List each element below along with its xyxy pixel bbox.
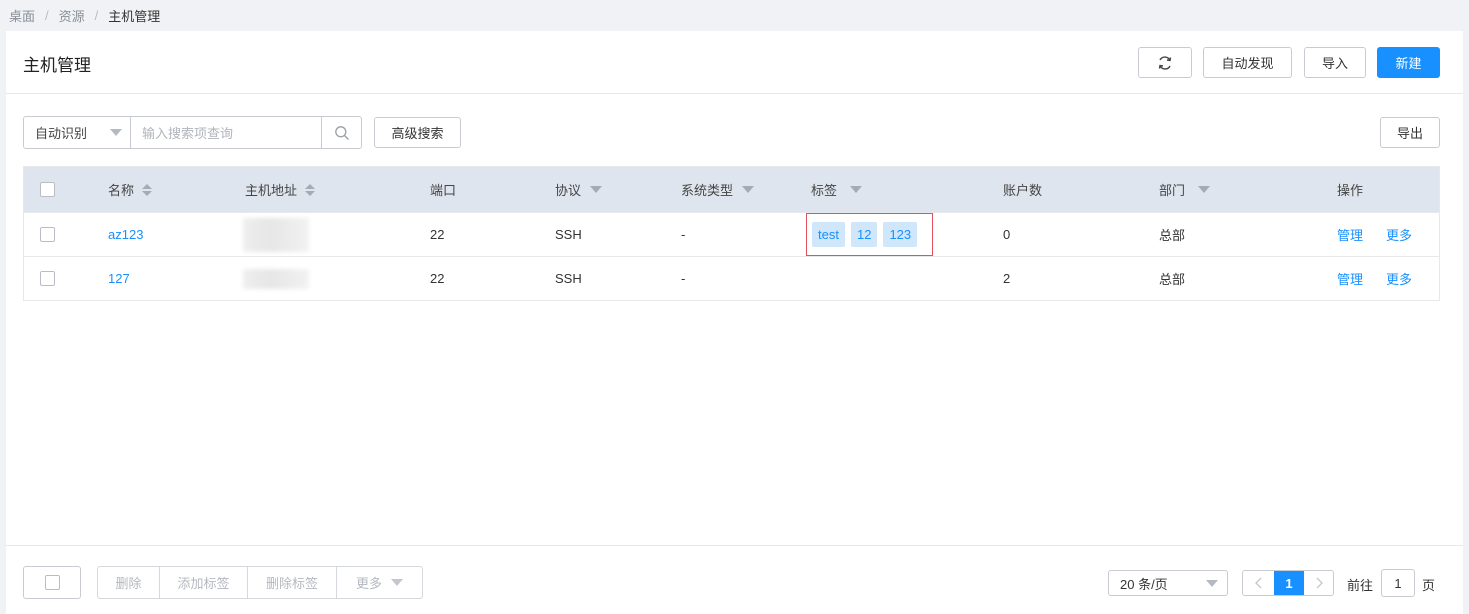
- header-department-label: 部门: [1159, 183, 1186, 198]
- host-port: 22: [430, 227, 445, 242]
- sort-icon: [142, 183, 153, 196]
- bulk-delete-button[interactable]: 删除: [98, 567, 160, 598]
- import-button[interactable]: 导入: [1304, 47, 1366, 78]
- tags-highlight-box: test 12 123: [806, 213, 933, 256]
- header-protocol[interactable]: 协议: [555, 167, 603, 212]
- host-department: 总部: [1159, 272, 1186, 287]
- header-department[interactable]: 部门: [1159, 167, 1211, 212]
- pagination: 1: [1242, 570, 1334, 596]
- header-protocol-label: 协议: [555, 183, 582, 198]
- sort-icon: [305, 183, 316, 196]
- search-scope-value: 自动识别: [35, 126, 88, 141]
- chevron-right-icon: [1316, 577, 1323, 589]
- chevron-down-icon: [391, 579, 403, 586]
- host-name-link[interactable]: az123: [108, 213, 143, 256]
- search-scope-select[interactable]: 自动识别: [24, 117, 131, 148]
- filter-icon: [742, 186, 755, 193]
- breadcrumb-separator: /: [45, 8, 49, 23]
- host-address-redacted: [243, 213, 309, 256]
- host-protocol: SSH: [555, 227, 582, 242]
- breadcrumb-separator: /: [94, 8, 99, 23]
- create-button[interactable]: 新建: [1377, 47, 1440, 78]
- header-os-type[interactable]: 系统类型: [681, 167, 755, 212]
- host-port: 22: [430, 271, 445, 286]
- bulk-remove-tag-button[interactable]: 删除标签: [248, 567, 337, 598]
- header-address-label: 主机地址: [245, 183, 298, 198]
- page-size-value: 20 条/页: [1120, 576, 1168, 592]
- page-unit-label: 页: [1422, 578, 1436, 593]
- search-icon: [334, 125, 349, 140]
- advanced-search-button[interactable]: 高级搜索: [374, 117, 461, 148]
- header-name-label: 名称: [108, 183, 135, 198]
- table-row: 127 22 SSH - 2 总部 管理 更多: [24, 256, 1439, 300]
- page-size-select[interactable]: 20 条/页: [1108, 570, 1228, 596]
- table-row: az123 22 SSH - test 12 123 0 总部 管理 更多: [24, 212, 1439, 256]
- search-input[interactable]: 输入搜索项查询: [131, 117, 322, 148]
- manage-link[interactable]: 管理: [1337, 213, 1363, 256]
- prev-page-button[interactable]: [1243, 571, 1274, 595]
- hosts-table: 名称 主机地址 端口 协议 系统类型 标签 账户数 部门 操作 az123 22…: [23, 166, 1440, 301]
- bulk-add-tag-button[interactable]: 添加标签: [160, 567, 248, 598]
- breadcrumb-item-resources[interactable]: 资源: [59, 6, 85, 25]
- breadcrumb-item-current: 主机管理: [108, 9, 161, 24]
- row-select-cell: [40, 257, 55, 300]
- bulk-more-label: 更多: [355, 576, 382, 591]
- row-select-cell: [40, 213, 55, 256]
- bulk-actions: 删除 添加标签 删除标签 更多: [97, 566, 423, 599]
- row-checkbox[interactable]: [40, 227, 55, 242]
- select-all-checkbox[interactable]: [40, 182, 55, 197]
- tag-chip[interactable]: test: [812, 222, 845, 247]
- host-accounts: 0: [1003, 227, 1011, 242]
- main-card: 主机管理 自动发现 导入 新建 自动识别 输入搜索项查询 高级搜索 导出 名称 …: [6, 31, 1463, 614]
- page-header: 主机管理 自动发现 导入 新建: [6, 31, 1463, 94]
- host-department: 总部: [1159, 228, 1186, 243]
- search-group: 自动识别 输入搜索项查询: [23, 116, 362, 149]
- breadcrumb: 桌面 / 资源 / 主机管理: [9, 6, 160, 25]
- filter-icon: [590, 186, 603, 193]
- header-address[interactable]: 主机地址: [245, 167, 316, 212]
- bulk-more-button[interactable]: 更多: [337, 567, 422, 598]
- goto-page-input[interactable]: 1: [1381, 569, 1415, 597]
- header-name[interactable]: 名称: [108, 167, 153, 212]
- header-actions: 操作: [1337, 183, 1364, 198]
- footer-select-all[interactable]: [23, 566, 81, 599]
- host-os-type: -: [681, 227, 686, 242]
- next-page-button[interactable]: [1304, 571, 1333, 595]
- chevron-down-icon: [1206, 580, 1218, 587]
- more-link[interactable]: 更多: [1386, 213, 1412, 256]
- table-header: 名称 主机地址 端口 协议 系统类型 标签 账户数 部门 操作: [24, 167, 1439, 212]
- host-os-type: -: [681, 271, 686, 286]
- refresh-button[interactable]: [1138, 47, 1192, 78]
- header-tags-label: 标签: [811, 183, 838, 198]
- header-os-type-label: 系统类型: [681, 183, 734, 198]
- host-name-link[interactable]: 127: [108, 257, 130, 300]
- refresh-icon: [1158, 55, 1172, 70]
- manage-link[interactable]: 管理: [1337, 257, 1363, 300]
- export-button[interactable]: 导出: [1380, 117, 1440, 148]
- host-protocol: SSH: [555, 271, 582, 286]
- goto-label: 前往: [1347, 578, 1374, 593]
- tag-chip[interactable]: 123: [883, 222, 918, 247]
- footer-select-all-checkbox[interactable]: [44, 575, 60, 590]
- select-all-cell: [40, 167, 55, 212]
- tag-chip[interactable]: 12: [850, 222, 878, 247]
- auto-discover-button[interactable]: 自动发现: [1203, 47, 1292, 78]
- header-tags[interactable]: 标签: [811, 167, 863, 212]
- header-accounts: 账户数: [1003, 183, 1043, 198]
- row-checkbox[interactable]: [40, 271, 55, 286]
- filter-icon: [850, 186, 863, 193]
- table-footer: 删除 添加标签 删除标签 更多 20 条/页 1 前往 1 页: [6, 545, 1463, 614]
- page-title: 主机管理: [23, 56, 91, 75]
- host-address-redacted: [243, 257, 309, 300]
- search-button[interactable]: [322, 117, 361, 148]
- filter-icon: [1198, 186, 1211, 193]
- page-button-current[interactable]: 1: [1274, 571, 1304, 595]
- more-link[interactable]: 更多: [1386, 257, 1412, 300]
- chevron-down-icon: [110, 129, 122, 136]
- host-accounts: 2: [1003, 271, 1011, 286]
- breadcrumb-item-desktop[interactable]: 桌面: [9, 6, 35, 25]
- header-port: 端口: [430, 183, 457, 198]
- chevron-left-icon: [1254, 577, 1261, 589]
